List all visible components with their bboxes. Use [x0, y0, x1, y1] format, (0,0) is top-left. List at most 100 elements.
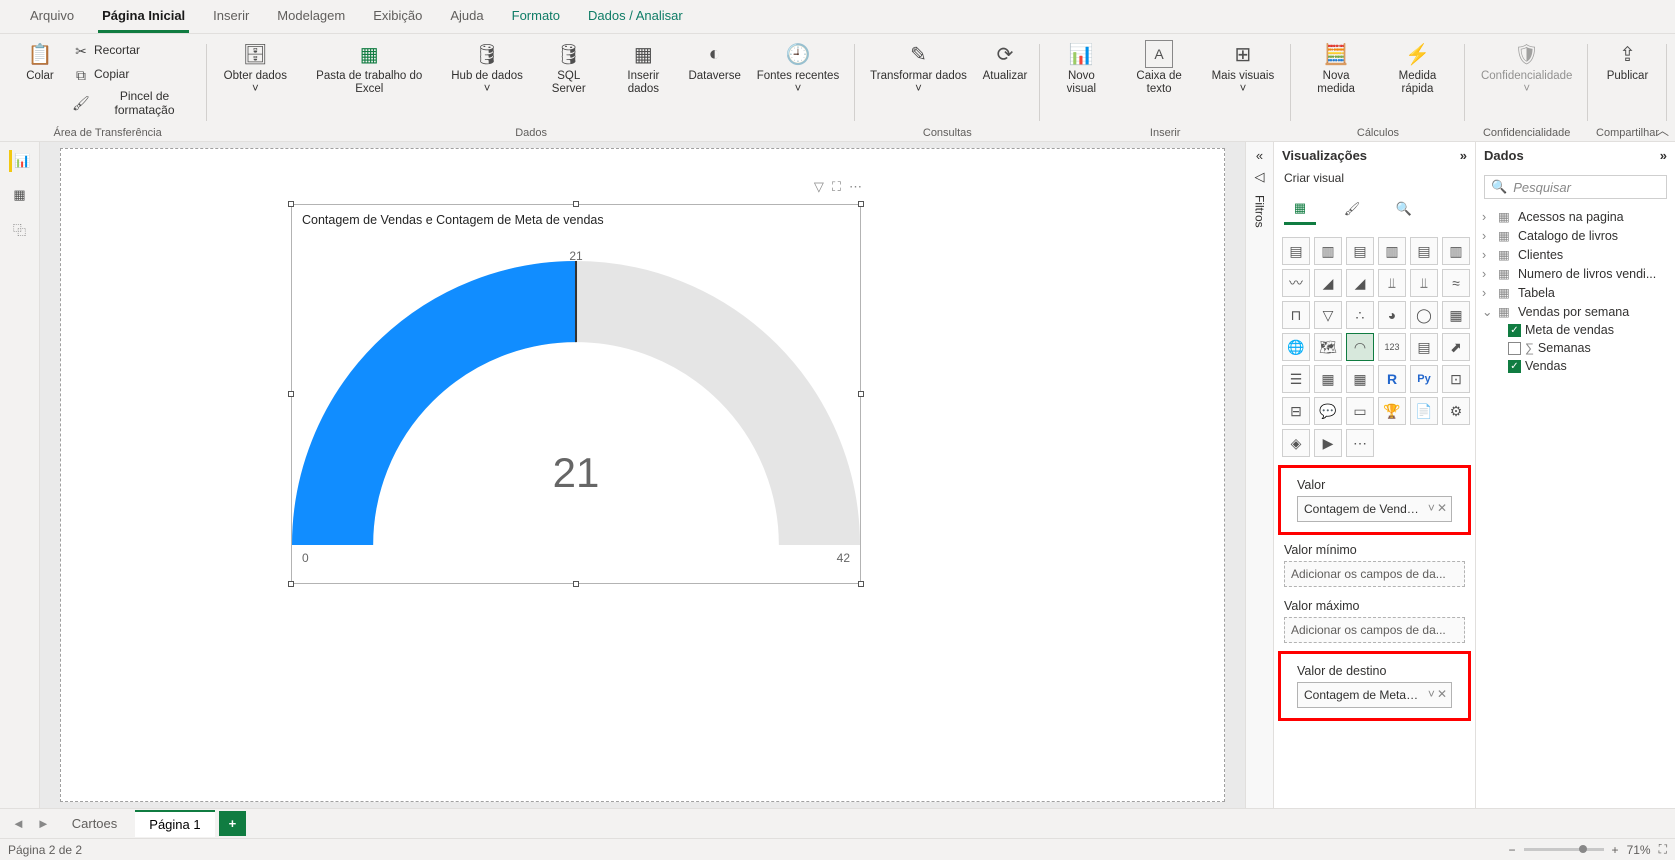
filters-collapsed-rail[interactable]: « ◁ Filtros: [1245, 142, 1273, 808]
viz-filled-map[interactable]: 🗺: [1314, 333, 1342, 361]
well-target-field[interactable]: Contagem de Meta d...˅✕: [1297, 682, 1452, 708]
recent-button[interactable]: 🕘Fontes recentes ˅: [749, 38, 847, 98]
report-page[interactable]: ▽ ⛶ ⋯ Contagem de Vendas e Contagem de M…: [60, 148, 1225, 802]
format-painter-button[interactable]: 🖌Pincel de formatação: [70, 88, 197, 120]
focus-icon[interactable]: ⛶: [832, 179, 841, 195]
textbox-button[interactable]: ACaixa de texto: [1119, 38, 1199, 98]
viz-auto[interactable]: ⚙: [1442, 397, 1470, 425]
prev-page-button[interactable]: ◄: [8, 816, 29, 831]
build-visual-tab[interactable]: ▦: [1284, 193, 1316, 225]
field-row[interactable]: ∑Semanas: [1480, 339, 1671, 357]
viz-treemap[interactable]: ▦: [1442, 301, 1470, 329]
viz-decomp[interactable]: ⊟: [1282, 397, 1310, 425]
viz-paginated[interactable]: 📄: [1410, 397, 1438, 425]
enter-data-button[interactable]: ▦Inserir dados: [606, 38, 680, 98]
zoom-in-button[interactable]: +: [1612, 843, 1619, 857]
refresh-button[interactable]: ⟳Atualizar: [978, 38, 1032, 85]
field-row[interactable]: ✓Meta de vendas: [1480, 321, 1671, 339]
sensitivity-button[interactable]: 🛡Confidencialidade ˅: [1473, 38, 1580, 98]
field-row[interactable]: ✓Vendas: [1480, 357, 1671, 375]
data-view-button[interactable]: ▦: [9, 184, 31, 206]
viz-clustered-col[interactable]: ▥: [1378, 237, 1406, 265]
quick-measure-button[interactable]: ⚡Medida rápida: [1378, 38, 1458, 98]
model-view-button[interactable]: ⿻: [9, 218, 31, 240]
viz-slicer[interactable]: ☰: [1282, 365, 1310, 393]
paste-button[interactable]: 📋Colar: [16, 38, 64, 85]
viz-gauge[interactable]: ◠: [1346, 333, 1374, 361]
next-page-button[interactable]: ►: [33, 816, 54, 831]
tab-dados-analisar[interactable]: Dados / Analisar: [574, 0, 697, 33]
table-row-expanded[interactable]: ⌄▦Vendas por semana: [1480, 302, 1671, 321]
copy-button[interactable]: ⧉Copiar: [70, 64, 197, 86]
analytics-tab[interactable]: 🔍: [1388, 193, 1420, 225]
table-row[interactable]: ›▦Clientes: [1480, 245, 1671, 264]
viz-funnel[interactable]: ▽: [1314, 301, 1342, 329]
viz-powerapps[interactable]: ◈: [1282, 429, 1310, 457]
tab-ajuda[interactable]: Ajuda: [436, 0, 497, 33]
viz-clustered-bar[interactable]: ▤: [1346, 237, 1374, 265]
table-row[interactable]: ›▦Numero de livros vendi...: [1480, 264, 1671, 283]
viz-goals[interactable]: 🏆: [1378, 397, 1406, 425]
more-visuals-button[interactable]: ⊞Mais visuais ˅: [1203, 38, 1282, 98]
cut-button[interactable]: ✂Recortar: [70, 40, 197, 62]
gauge-visual[interactable]: ▽ ⛶ ⋯ Contagem de Vendas e Contagem de M…: [291, 204, 861, 584]
report-canvas[interactable]: ▽ ⛶ ⋯ Contagem de Vendas e Contagem de M…: [40, 142, 1245, 808]
tab-pagina-inicial[interactable]: Página Inicial: [88, 0, 199, 33]
viz-100bar[interactable]: ▤: [1410, 237, 1438, 265]
publish-button[interactable]: ⇪Publicar: [1601, 38, 1655, 85]
get-data-button[interactable]: 🗄Obter dados ˅: [215, 38, 295, 98]
viz-key-influencers[interactable]: ⊡: [1442, 365, 1470, 393]
zoom-out-button[interactable]: −: [1509, 843, 1516, 857]
viz-waterfall[interactable]: ⊓: [1282, 301, 1310, 329]
zoom-slider[interactable]: [1524, 848, 1604, 851]
viz-donut[interactable]: ◯: [1410, 301, 1438, 329]
dataverse-button[interactable]: ◐Dataverse: [684, 38, 745, 85]
format-visual-tab[interactable]: 🖌: [1336, 193, 1368, 225]
transform-button[interactable]: ✎Transformar dados ˅: [863, 38, 974, 98]
viz-matrix[interactable]: ▦: [1346, 365, 1374, 393]
viz-stacked-col[interactable]: ▥: [1314, 237, 1342, 265]
remove-field-icon[interactable]: ✕: [1437, 501, 1447, 515]
tab-arquivo[interactable]: Arquivo: [16, 0, 88, 33]
viz-line-col2[interactable]: ⫫: [1410, 269, 1438, 297]
viz-pie[interactable]: ◕: [1378, 301, 1406, 329]
table-row[interactable]: ›▦Catalogo de livros: [1480, 226, 1671, 245]
add-page-button[interactable]: +: [219, 811, 247, 836]
table-row[interactable]: ›▦Acessos na pagina: [1480, 207, 1671, 226]
table-row[interactable]: ›▦Tabela: [1480, 283, 1671, 302]
viz-scatter[interactable]: ∴: [1346, 301, 1374, 329]
tab-formato[interactable]: Formato: [498, 0, 574, 33]
viz-multi-card[interactable]: ▤: [1410, 333, 1438, 361]
remove-field-icon[interactable]: ✕: [1437, 687, 1447, 701]
viz-map[interactable]: 🌐: [1282, 333, 1310, 361]
viz-table[interactable]: ▦: [1314, 365, 1342, 393]
viz-more[interactable]: ⋯: [1346, 429, 1374, 457]
ribbon-collapse-button[interactable]: ︿: [1656, 120, 1669, 139]
datahub-button[interactable]: 🛢Hub de dados ˅: [443, 38, 531, 98]
viz-r[interactable]: R: [1378, 365, 1406, 393]
report-view-button[interactable]: 📊: [9, 150, 31, 172]
sql-button[interactable]: 🛢SQL Server: [535, 38, 602, 98]
viz-line[interactable]: 〰: [1282, 269, 1310, 297]
filter-icon[interactable]: ▽: [814, 179, 824, 195]
viz-py[interactable]: Py: [1410, 365, 1438, 393]
tab-exibicao[interactable]: Exibição: [359, 0, 436, 33]
expand-filters-icon[interactable]: «: [1256, 148, 1263, 163]
page-tab[interactable]: Cartoes: [58, 811, 132, 836]
viz-stacked-bar[interactable]: ▤: [1282, 237, 1310, 265]
well-min-field[interactable]: Adicionar os campos de da...: [1284, 561, 1465, 587]
more-options-icon[interactable]: ⋯: [849, 179, 862, 195]
chevron-down-icon[interactable]: ˅: [1428, 501, 1435, 515]
fit-page-button[interactable]: ⛶: [1659, 842, 1667, 857]
well-value-field[interactable]: Contagem de Vendas˅✕: [1297, 496, 1452, 522]
collapse-viz-icon[interactable]: »: [1460, 148, 1467, 163]
viz-qa[interactable]: 💬: [1314, 397, 1342, 425]
chevron-down-icon[interactable]: ˅: [1428, 687, 1435, 701]
collapse-data-icon[interactable]: »: [1660, 148, 1667, 163]
viz-automate[interactable]: ▶: [1314, 429, 1342, 457]
excel-button[interactable]: ▦Pasta de trabalho do Excel: [299, 38, 439, 98]
viz-ribbon[interactable]: ≈: [1442, 269, 1470, 297]
viz-100col[interactable]: ▥: [1442, 237, 1470, 265]
checkbox-checked[interactable]: ✓: [1508, 324, 1521, 337]
tab-modelagem[interactable]: Modelagem: [263, 0, 359, 33]
